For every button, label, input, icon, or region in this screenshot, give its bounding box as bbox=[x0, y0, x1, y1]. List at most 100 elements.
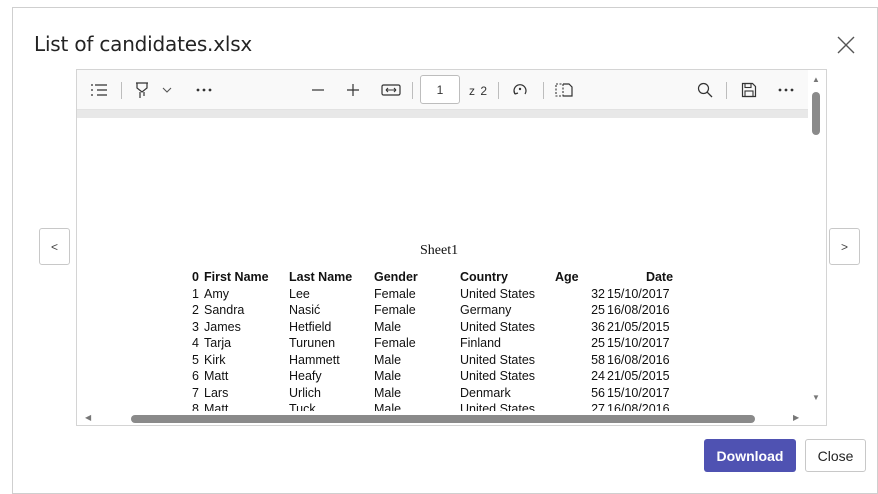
table-cell: Female bbox=[374, 303, 416, 317]
table-cell: 15/10/2017 bbox=[607, 336, 670, 350]
table-cell: Finland bbox=[460, 336, 501, 350]
horizontal-scroll-thumb[interactable] bbox=[131, 415, 755, 423]
table-cell: 15/10/2017 bbox=[607, 286, 670, 301]
vertical-scrollbar[interactable]: ▲ ▼ bbox=[808, 70, 826, 411]
viewer-toolbar: z 2 bbox=[77, 70, 808, 110]
table-cell: 6 bbox=[192, 369, 199, 383]
column-header: Country bbox=[460, 270, 508, 284]
table-cell: United States bbox=[460, 352, 536, 367]
scroll-right-icon[interactable]: ▶ bbox=[793, 413, 799, 422]
highlight-icon[interactable] bbox=[134, 81, 150, 99]
toolbar-divider bbox=[121, 82, 122, 99]
table-row: 5 Kirk Hammett Male United States 58 16/08/201… bbox=[192, 352, 712, 369]
close-icon[interactable] bbox=[837, 36, 855, 54]
horizontal-scrollbar[interactable]: ◀ ▶ bbox=[77, 411, 808, 425]
table-cell: Hammett bbox=[289, 352, 340, 367]
toolbar-divider bbox=[543, 82, 544, 99]
page-count: z 2 bbox=[469, 84, 489, 98]
zoom-in-icon[interactable] bbox=[346, 81, 360, 99]
table-cell: 24 bbox=[591, 369, 605, 383]
fit-width-icon[interactable] bbox=[381, 81, 401, 99]
table-cell: Male bbox=[374, 369, 402, 383]
table-cell: James bbox=[204, 319, 241, 334]
table-cell: 56 bbox=[591, 385, 605, 400]
table-cell: Male bbox=[374, 319, 402, 334]
table-cell: 16/08/2016 bbox=[607, 352, 670, 367]
table-cell: 7 bbox=[192, 385, 199, 400]
table-row: 2 Sandra Nasić Female Germany 25 16/08/2016 bbox=[192, 302, 712, 319]
table-cell: 1 bbox=[192, 286, 199, 301]
table-cell: 36 bbox=[591, 319, 605, 334]
chevron-down-icon[interactable] bbox=[162, 81, 172, 99]
table-cell: Heafy bbox=[289, 369, 322, 383]
table-cell: 21/05/2015 bbox=[607, 319, 670, 334]
table-cell: Urlich bbox=[289, 385, 321, 400]
more-options-icon[interactable] bbox=[195, 81, 213, 99]
table-cell: Lee bbox=[289, 286, 310, 301]
table-cell: 15/10/2017 bbox=[607, 385, 670, 400]
table-cell: Lars bbox=[204, 385, 229, 400]
table-cell: Female bbox=[374, 286, 416, 301]
column-header: Last Name bbox=[289, 270, 353, 284]
next-file-button[interactable]: > bbox=[829, 228, 860, 265]
page-number-input[interactable] bbox=[420, 75, 460, 104]
more-icon[interactable] bbox=[777, 81, 795, 99]
close-button[interactable]: Close bbox=[805, 439, 866, 472]
page-view-icon[interactable] bbox=[555, 81, 573, 99]
table-cell: 16/08/2016 bbox=[607, 303, 670, 317]
column-header: 0 bbox=[192, 270, 199, 284]
table-row: 6 Matt Heafy Male United States 24 21/05/2015 bbox=[192, 368, 712, 385]
previous-file-button[interactable]: < bbox=[39, 228, 70, 265]
toolbar-divider bbox=[498, 82, 499, 99]
table-cell: 21/05/2015 bbox=[607, 369, 670, 383]
table-cell: Germany bbox=[460, 303, 512, 317]
sheet-title: Sheet1 bbox=[420, 243, 459, 258]
header-row: 0 First Name Last Name Gender Country Ag… bbox=[192, 269, 712, 286]
table-cell: Male bbox=[374, 385, 402, 400]
page-gap bbox=[77, 110, 808, 118]
scroll-left-icon[interactable]: ◀ bbox=[85, 413, 91, 422]
table-row: 4 Tarja Turunen Female Finland 25 15/10/2017 bbox=[192, 335, 712, 352]
table-cell: Female bbox=[374, 336, 416, 350]
save-icon[interactable] bbox=[740, 81, 757, 99]
vertical-scroll-thumb[interactable] bbox=[812, 92, 820, 135]
table-cell: 4 bbox=[192, 336, 199, 350]
dialog-title: List of candidates.xlsx bbox=[34, 32, 253, 56]
scroll-down-icon[interactable]: ▼ bbox=[812, 393, 820, 402]
toolbar-divider bbox=[412, 82, 413, 99]
table-cell: Male bbox=[374, 352, 402, 367]
column-header: Age bbox=[555, 270, 579, 284]
table-cell: 5 bbox=[192, 352, 199, 367]
table-cell: 58 bbox=[591, 352, 605, 367]
column-header: Date bbox=[645, 270, 674, 284]
download-button[interactable]: Download bbox=[704, 439, 796, 472]
table-cell: Sandra bbox=[204, 303, 245, 317]
table-cell: 32 bbox=[591, 286, 605, 301]
table-cell: United States bbox=[460, 286, 536, 301]
table-cell: Hetfield bbox=[289, 319, 332, 334]
column-header: Gender bbox=[374, 270, 418, 284]
table-row: 7 Lars Urlich Male Denmark 56 15/10/2017 bbox=[192, 385, 712, 402]
document-page: Sheet1 0 First Name Last Name Gender Cou… bbox=[77, 118, 808, 425]
search-icon[interactable] bbox=[696, 81, 714, 99]
rotate-icon[interactable] bbox=[511, 81, 529, 99]
document-viewer: z 2 Sheet1 bbox=[76, 69, 827, 426]
column-header: First Name bbox=[204, 270, 269, 284]
file-preview-dialog: List of candidates.xlsx < > 1 z 2 Sheet1… bbox=[12, 7, 878, 494]
table-row: 1 Amy Lee Female United States 32 15/10/2017 bbox=[192, 286, 712, 303]
table-cell: Amy bbox=[204, 286, 229, 301]
zoom-out-icon[interactable] bbox=[311, 81, 325, 99]
table-cell: United States bbox=[460, 369, 536, 383]
scroll-up-icon[interactable]: ▲ bbox=[812, 75, 820, 84]
table-cell: Kirk bbox=[204, 352, 226, 367]
table-cell: 25 bbox=[591, 303, 605, 317]
table-of-contents-icon[interactable] bbox=[90, 81, 108, 99]
table-cell: United States bbox=[460, 319, 536, 334]
table-cell: 25 bbox=[591, 336, 605, 350]
table-cell: Tarja bbox=[204, 336, 232, 350]
spreadsheet-table: 0 First Name Last Name Gender Country Ag… bbox=[192, 269, 712, 425]
table-row: 3 James Hetfield Male United States 36 21/05/2… bbox=[192, 319, 712, 336]
table-cell: Nasić bbox=[289, 303, 321, 317]
table-cell: 3 bbox=[192, 319, 199, 334]
table-cell: Denmark bbox=[460, 385, 511, 400]
